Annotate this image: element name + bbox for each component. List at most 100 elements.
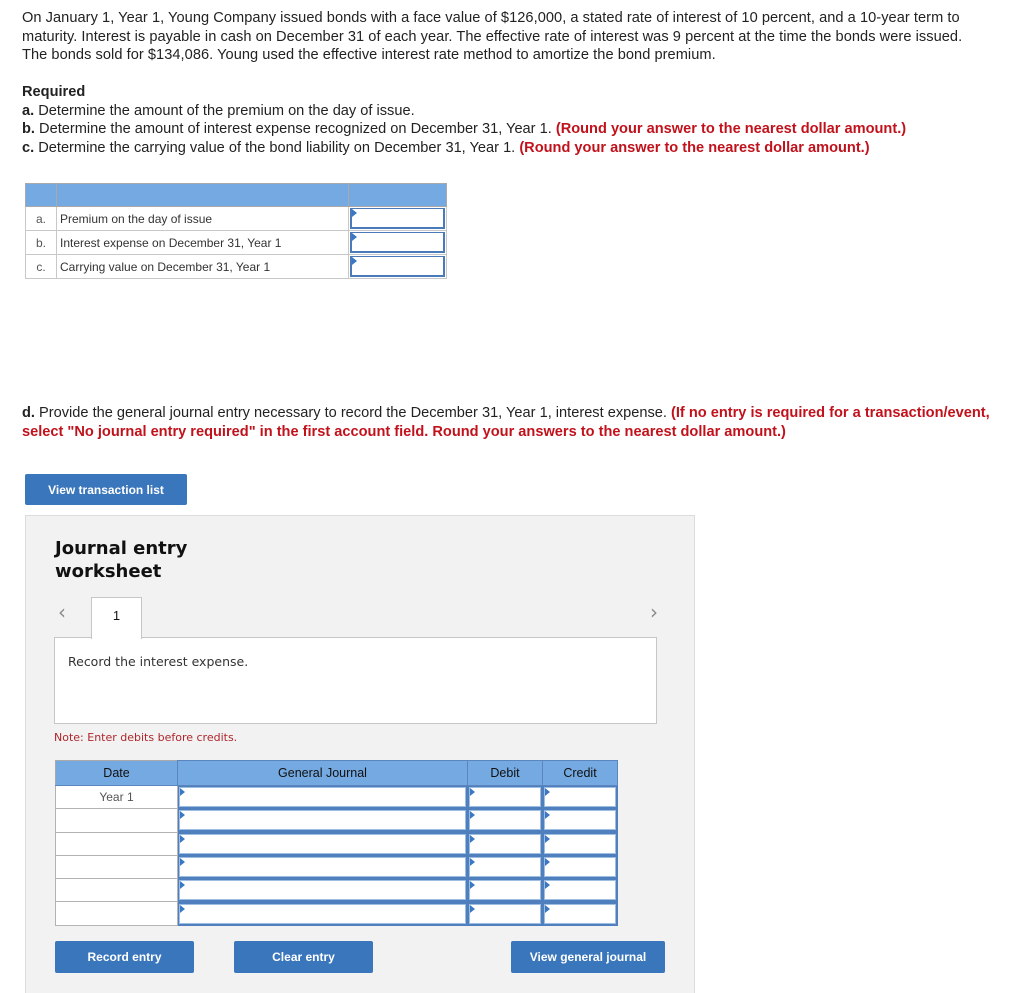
row-letter: c. [25, 254, 57, 279]
answer-table: a. Premium on the day of issue b. Intere… [25, 183, 447, 279]
journal-entry-worksheet: Journal entry worksheet ‹ › 1 Record the… [25, 515, 695, 993]
row-label: Premium on the day of issue [56, 206, 349, 231]
interest-expense-input[interactable] [352, 233, 443, 251]
input-flag-icon [545, 834, 550, 843]
col-debit: Debit [467, 760, 543, 786]
input-flag-icon [545, 788, 550, 797]
input-flag-icon [470, 788, 475, 797]
view-transaction-list-button[interactable]: View transaction list [25, 474, 187, 505]
account-input[interactable] [180, 788, 465, 807]
journal-row [55, 854, 618, 880]
worksheet-title: Journal entry worksheet [55, 538, 188, 582]
chevron-left-icon[interactable]: ‹ [58, 600, 66, 624]
credit-input[interactable] [545, 858, 615, 877]
row-letter: b. [25, 230, 57, 255]
input-flag-icon [352, 209, 357, 217]
journal-row [55, 878, 618, 903]
required-item-b: b. Determine the amount of interest expe… [22, 120, 1012, 139]
input-flag-icon [545, 881, 550, 890]
required-item-a: a. Determine the amount of the premium o… [22, 102, 1012, 121]
problem-statement: On January 1, Year 1, Young Company issu… [22, 10, 963, 64]
debit-input[interactable] [470, 788, 540, 807]
row-letter: a. [25, 206, 57, 231]
input-flag-icon [470, 834, 475, 843]
date-cell [55, 854, 178, 880]
record-entry-button[interactable]: Record entry [55, 941, 194, 973]
part-d-instructions: d. Provide the general journal entry nec… [22, 404, 1002, 442]
input-flag-icon [545, 811, 550, 820]
account-input[interactable] [180, 834, 465, 853]
debit-input[interactable] [470, 811, 540, 830]
account-input[interactable] [180, 811, 465, 830]
credit-input[interactable] [545, 881, 615, 900]
required-section: Required a. Determine the amount of the … [22, 83, 1012, 157]
input-flag-icon [470, 811, 475, 820]
input-flag-icon [545, 858, 550, 867]
journal-table: Date General Journal Debit Credit Year 1 [55, 760, 618, 926]
journal-row [55, 901, 618, 926]
item-text: Determine the amount of interest expense… [39, 121, 552, 138]
account-input[interactable] [180, 858, 465, 877]
item-text: Determine the carrying value of the bond… [38, 139, 516, 156]
rounding-note: (Round your answer to the nearest dollar… [555, 121, 907, 138]
debit-input[interactable] [470, 904, 540, 923]
item-letter: b. [22, 121, 35, 138]
input-flag-icon [180, 834, 185, 843]
clear-entry-button[interactable]: Clear entry [234, 941, 373, 973]
debit-input[interactable] [470, 881, 540, 900]
item-letter: d. [22, 405, 35, 421]
credit-input[interactable] [545, 904, 615, 923]
entry-description-box: Record the interest expense. [54, 637, 657, 724]
input-flag-icon [470, 881, 475, 890]
input-flag-icon [470, 904, 475, 913]
input-flag-icon [180, 788, 185, 797]
input-flag-icon [352, 257, 357, 265]
journal-row [55, 831, 618, 856]
answer-row-c: c. Carrying value on December 31, Year 1 [25, 254, 447, 279]
answer-row-a: a. Premium on the day of issue [25, 206, 447, 231]
rounding-note: (Round your answer to the nearest dollar… [519, 139, 870, 156]
input-flag-icon [180, 881, 185, 890]
item-letter: a. [22, 102, 35, 119]
account-input[interactable] [180, 904, 465, 923]
required-heading: Required [22, 84, 86, 100]
input-flag-icon [180, 811, 185, 820]
premium-input[interactable] [352, 209, 443, 227]
journal-row: Year 1 [55, 784, 618, 810]
col-credit: Credit [542, 760, 618, 786]
date-cell: Year 1 [55, 784, 178, 810]
debit-input[interactable] [470, 834, 540, 853]
required-item-c: c. Determine the carrying value of the b… [22, 139, 1012, 158]
view-general-journal-button[interactable]: View general journal [511, 941, 665, 973]
row-label: Carrying value on December 31, Year 1 [56, 254, 349, 279]
item-letter: c. [22, 139, 35, 156]
col-date: Date [55, 760, 178, 786]
carrying-value-input[interactable] [352, 257, 443, 275]
date-cell [55, 878, 178, 903]
debits-credits-note: Note: Enter debits before credits. [54, 731, 238, 744]
col-general-journal: General Journal [177, 760, 468, 786]
tab-entry-1[interactable]: 1 [91, 597, 142, 639]
input-flag-icon [470, 858, 475, 867]
answer-table-header [25, 183, 447, 207]
item-text: Determine the amount of the premium on t… [38, 102, 415, 119]
date-cell [55, 901, 178, 926]
part-d-text: Provide the general journal entry necess… [39, 405, 667, 421]
input-flag-icon [545, 904, 550, 913]
date-cell [55, 831, 178, 856]
input-flag-icon [352, 233, 357, 241]
credit-input[interactable] [545, 834, 615, 853]
answer-row-b: b. Interest expense on December 31, Year… [25, 230, 447, 255]
chevron-right-icon[interactable]: › [650, 600, 658, 624]
entry-description: Record the interest expense. [68, 654, 249, 669]
input-flag-icon [180, 858, 185, 867]
debit-input[interactable] [470, 858, 540, 877]
journal-table-header: Date General Journal Debit Credit [55, 760, 618, 786]
credit-input[interactable] [545, 788, 615, 807]
date-cell [55, 808, 178, 833]
credit-input[interactable] [545, 811, 615, 830]
journal-row [55, 808, 618, 833]
row-label: Interest expense on December 31, Year 1 [56, 230, 349, 255]
account-input[interactable] [180, 881, 465, 900]
input-flag-icon [180, 904, 185, 913]
